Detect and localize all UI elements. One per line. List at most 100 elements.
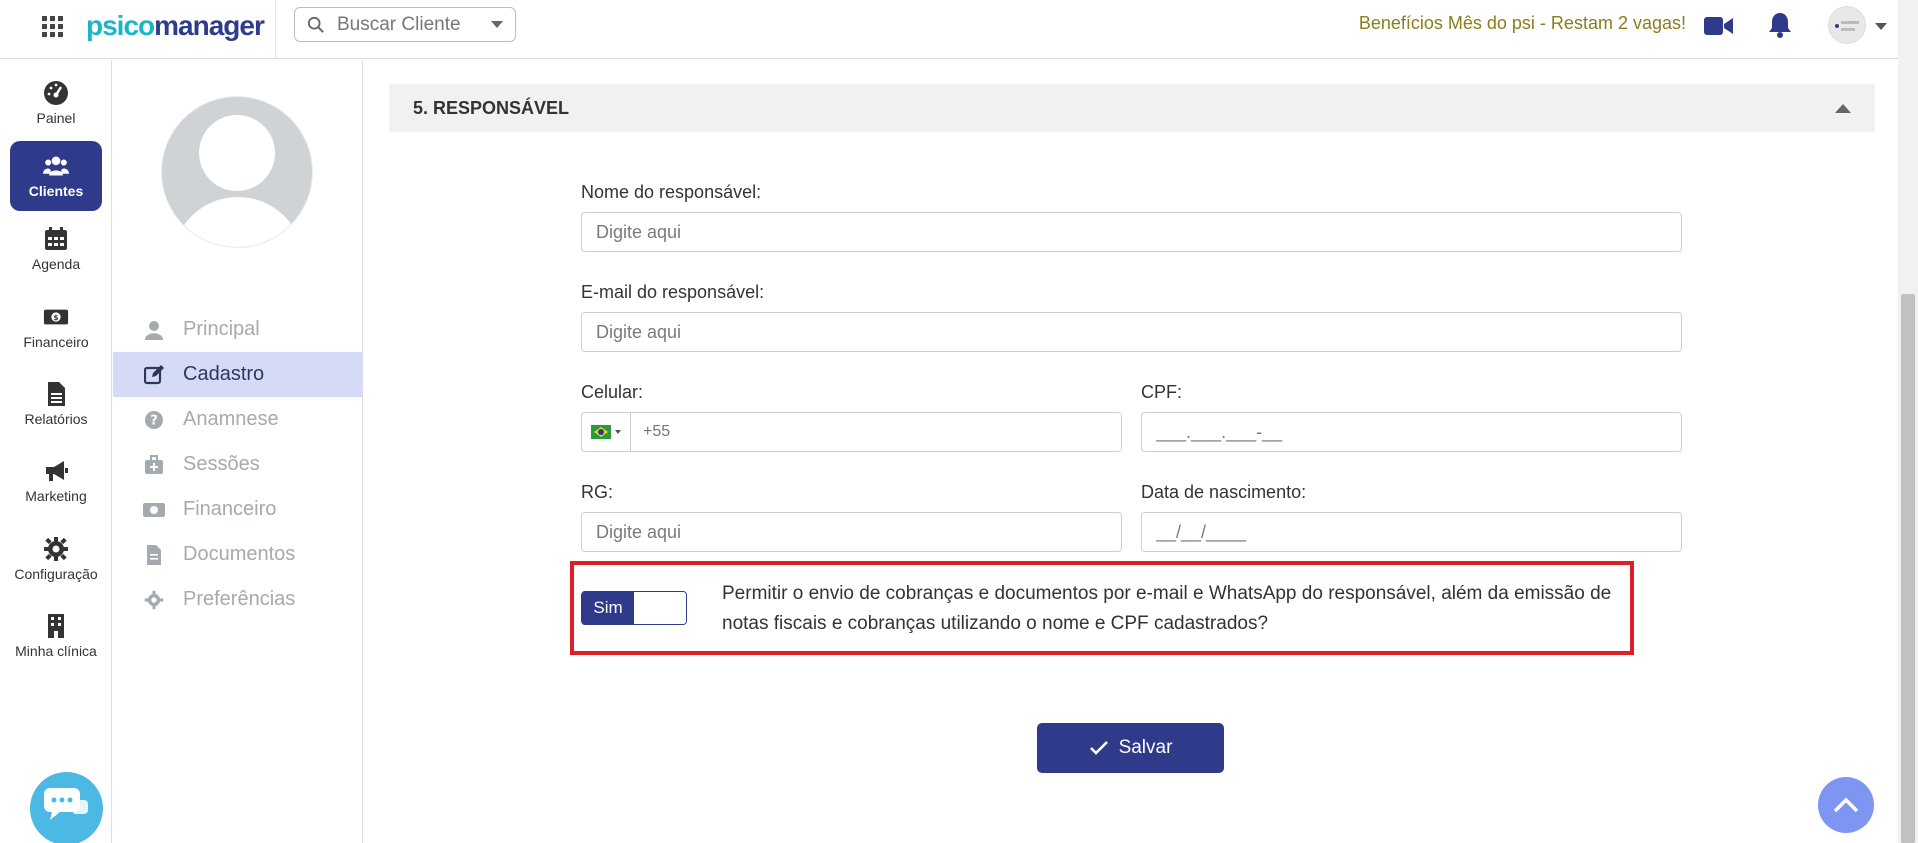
top-bar: psicomanager Buscar Cliente Benefícios M… xyxy=(0,0,1898,59)
svg-text:$: $ xyxy=(53,313,58,322)
submenu-label: Anamnese xyxy=(183,408,279,430)
gear-icon xyxy=(143,589,165,611)
client-avatar[interactable] xyxy=(161,96,313,248)
main-sidebar: Painel Clientes Agenda $ Financeiro Rela… xyxy=(0,60,112,843)
user-avatar[interactable] xyxy=(1828,6,1866,44)
nav-label: Configuração xyxy=(14,566,98,582)
money-icon: $ xyxy=(43,309,69,325)
calendar-icon xyxy=(45,227,67,250)
client-search-dropdown[interactable]: Buscar Cliente xyxy=(294,7,516,42)
app-root: psicomanager Buscar Cliente Benefícios M… xyxy=(0,0,1918,843)
chat-support-button[interactable] xyxy=(30,772,103,843)
chevron-down-icon xyxy=(615,430,621,434)
celular-input[interactable] xyxy=(631,414,1121,450)
nav-label: Painel xyxy=(36,110,76,126)
submenu-label: Sessões xyxy=(183,453,260,475)
money-icon xyxy=(143,499,165,521)
notification-bell-icon[interactable] xyxy=(1768,12,1792,38)
promo-link[interactable]: Benefícios Mês do psi - Restam 2 vagas! xyxy=(1300,13,1686,34)
video-camera-icon[interactable] xyxy=(1704,15,1734,37)
dashboard-icon xyxy=(44,81,68,105)
submenu-item-documentos[interactable]: Documentos xyxy=(113,532,363,577)
section-header-responsavel[interactable]: 5. RESPONSÁVEL xyxy=(389,84,1875,132)
logo-part-1: psico xyxy=(86,10,155,41)
section-title: 5. RESPONSÁVEL xyxy=(413,97,570,118)
email-responsavel-input[interactable] xyxy=(581,312,1682,352)
save-label: Salvar xyxy=(1118,737,1173,758)
consent-text: Permitir o envio de cobranças e document… xyxy=(722,583,1612,634)
nav-item-minha-clinica[interactable]: Minha clínica xyxy=(10,601,102,671)
user-menu-chevron-icon[interactable] xyxy=(1874,21,1888,31)
nav-item-clientes[interactable]: Clientes xyxy=(10,141,102,211)
svg-text:?: ? xyxy=(150,413,158,428)
celular-field xyxy=(581,412,1122,452)
search-label: Buscar Cliente xyxy=(337,13,461,35)
scroll-to-top-button[interactable] xyxy=(1818,777,1874,833)
submenu-item-anamnese[interactable]: ? Anamnese xyxy=(113,397,363,442)
submenu-item-principal[interactable]: Principal xyxy=(113,307,363,352)
save-button[interactable]: Salvar xyxy=(1037,723,1224,773)
nav-item-relatorios[interactable]: Relatórios xyxy=(10,369,102,439)
report-icon xyxy=(48,382,65,406)
email-label: E-mail do responsável: xyxy=(581,282,765,302)
gear-icon xyxy=(44,537,68,561)
submenu-item-financeiro[interactable]: Financeiro xyxy=(113,487,363,532)
submenu-label: Cadastro xyxy=(183,363,265,385)
chevron-up-icon xyxy=(1833,797,1859,813)
nav-item-marketing[interactable]: Marketing xyxy=(10,446,102,516)
country-code-selector[interactable] xyxy=(582,413,631,451)
page-scrollbar[interactable] xyxy=(1898,0,1918,843)
nascimento-label: Data de nascimento: xyxy=(1141,482,1307,502)
apps-grid-icon[interactable] xyxy=(40,14,64,38)
toggle-label: Sim xyxy=(582,592,634,624)
nav-label: Relatórios xyxy=(24,411,88,427)
data-nascimento-input[interactable] xyxy=(1141,512,1682,552)
nav-item-configuracao[interactable]: Configuração xyxy=(10,524,102,594)
client-profile-column: Principal Cadastro ? Anamnese Sessões Fi… xyxy=(113,60,363,843)
edit-icon xyxy=(143,364,165,386)
chevron-up-icon xyxy=(1835,103,1851,113)
nav-label: Marketing xyxy=(25,488,87,504)
main-content: 5. RESPONSÁVEL Nome do responsável: E-ma… xyxy=(364,60,1898,843)
logo-part-2: manager xyxy=(154,10,265,41)
users-icon xyxy=(43,156,69,176)
cpf-input[interactable] xyxy=(1141,412,1682,452)
nav-item-painel[interactable]: Painel xyxy=(10,68,102,138)
document-icon xyxy=(143,544,165,566)
submenu-label: Principal xyxy=(183,318,260,340)
rg-label: RG: xyxy=(581,482,614,502)
cpf-label: CPF: xyxy=(1141,382,1183,402)
nome-responsavel-input[interactable] xyxy=(581,212,1682,252)
brazil-flag-icon xyxy=(591,425,611,439)
search-icon xyxy=(307,16,324,33)
nav-label: Financeiro xyxy=(23,334,89,350)
nav-item-agenda[interactable]: Agenda xyxy=(10,214,102,284)
building-icon xyxy=(48,614,64,638)
nav-label: Minha clínica xyxy=(15,643,97,659)
nome-label: Nome do responsável: xyxy=(581,182,762,202)
megaphone-icon xyxy=(46,461,68,481)
celular-label: Celular: xyxy=(581,382,644,402)
nav-label: Agenda xyxy=(31,256,81,272)
toggle-knob xyxy=(634,592,686,624)
submenu-label: Preferências xyxy=(183,588,296,610)
scrollbar-thumb[interactable] xyxy=(1901,294,1915,843)
submenu-label: Financeiro xyxy=(183,498,277,520)
chat-icon xyxy=(44,788,88,820)
user-icon xyxy=(143,319,165,341)
consent-highlight-box: Sim Permitir o envio de cobranças e docu… xyxy=(570,561,1634,655)
submenu-item-preferencias[interactable]: Preferências xyxy=(113,577,363,622)
submenu-label: Documentos xyxy=(183,543,296,565)
header-divider xyxy=(275,0,276,59)
rg-input[interactable] xyxy=(581,512,1122,552)
submenu-item-cadastro[interactable]: Cadastro xyxy=(113,352,363,397)
logo[interactable]: psicomanager xyxy=(86,6,265,46)
submenu-item-sessoes[interactable]: Sessões xyxy=(113,442,363,487)
check-icon xyxy=(1089,741,1108,755)
nav-item-financeiro[interactable]: $ Financeiro xyxy=(10,292,102,362)
chevron-down-icon xyxy=(491,21,503,28)
nav-label: Clientes xyxy=(28,183,84,199)
consent-toggle[interactable]: Sim xyxy=(581,591,687,625)
medical-bag-icon xyxy=(143,454,165,476)
question-icon: ? xyxy=(143,409,165,431)
